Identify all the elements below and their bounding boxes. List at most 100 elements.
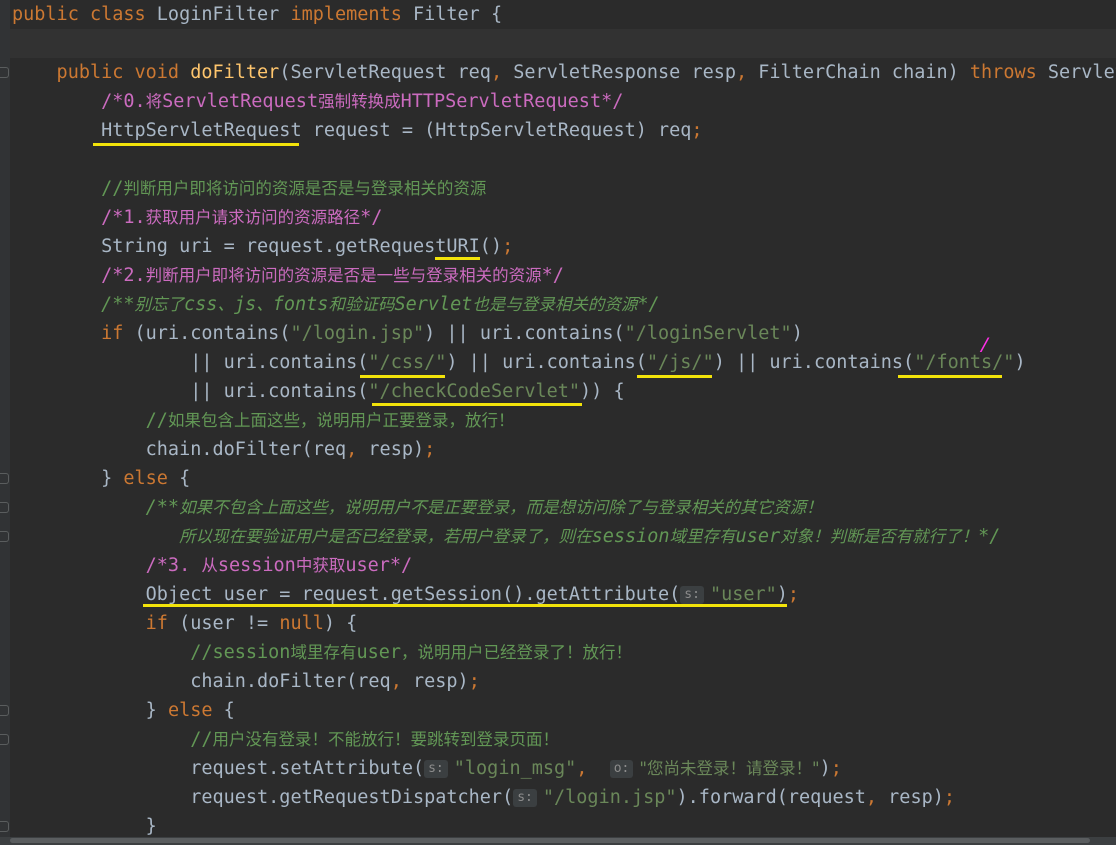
code-line[interactable]: /**如果不包含上面这些，说明用户不是正要登录，而是想访问除了与登录相关的其它资… bbox=[12, 493, 823, 522]
code-token: 、 bbox=[217, 295, 234, 314]
code-token: /** bbox=[12, 294, 135, 315]
fold-marker-icon[interactable] bbox=[0, 67, 9, 78]
code-token: 用户没有登录！不能放行！要跳转到登录页面！ bbox=[212, 730, 559, 749]
code-line[interactable]: /*2.判断用户即将访问的资源是否是一些与登录相关的资源*/ bbox=[12, 261, 564, 290]
code-line[interactable]: request.getRequestDispatcher(s: "/login.j… bbox=[12, 783, 955, 812]
code-token: throws bbox=[969, 62, 1048, 83]
parameter-hint: s: bbox=[680, 586, 704, 604]
code-token: null bbox=[279, 613, 324, 634]
code-token: ; bbox=[468, 671, 480, 692]
code-line[interactable]: public class LoginFilter implements Filt… bbox=[12, 0, 502, 29]
code-token: (ServletRequest req bbox=[279, 62, 491, 83]
code-token: ; bbox=[830, 758, 842, 779]
parameter-hint: o: bbox=[609, 760, 634, 778]
code-token: user*/ bbox=[345, 555, 413, 576]
code-token: 强制转换成 bbox=[318, 92, 401, 111]
code-token: || uri.contains( bbox=[12, 352, 369, 373]
scrollbar-thumb[interactable] bbox=[10, 838, 1090, 843]
code-token: "/login.jsp" bbox=[290, 323, 425, 344]
code-line[interactable]: } else { bbox=[12, 464, 190, 493]
code-line[interactable] bbox=[0, 29, 1116, 58]
code-token: (user != bbox=[179, 613, 280, 634]
code-line[interactable]: || uri.contains("/css/" ) || uri.contains… bbox=[12, 348, 1025, 377]
code-token: user bbox=[356, 642, 402, 663]
code-token: ; bbox=[787, 584, 800, 605]
code-token: resp) bbox=[888, 787, 944, 808]
code-line[interactable]: 所以现在要验证用户是否已经登录，若用户登录了，则在session域里存有user… bbox=[12, 522, 1000, 551]
code-token: // bbox=[12, 729, 213, 750]
fold-marker-icon[interactable] bbox=[0, 502, 9, 513]
code-token: request.getRequestDispatcher( bbox=[12, 787, 514, 808]
code-token: "login_msg" bbox=[453, 758, 577, 779]
horizontal-scrollbar[interactable] bbox=[0, 837, 1116, 845]
code-editor[interactable]: public class LoginFilter implements Filt… bbox=[0, 0, 1116, 845]
code-token: if bbox=[12, 323, 135, 344]
code-line[interactable]: /**别忘了css、js、fonts和验证码Servlet也是与登录相关的资源*… bbox=[12, 290, 660, 319]
code-token: */ bbox=[541, 265, 564, 286]
code-token: 如果包含上面这些，说明用户正要登录，放行！ bbox=[167, 411, 515, 430]
code-token: doFilter bbox=[190, 62, 280, 83]
code-line[interactable]: /*1.获取用户请求访问的资源路径*/ bbox=[12, 203, 382, 232]
code-token: 判断用户即将访问的资源是否是一些与登录相关的资源 bbox=[145, 266, 542, 285]
fold-marker-icon[interactable] bbox=[0, 473, 9, 484]
code-token: "user" bbox=[709, 584, 777, 605]
parameter-hint: s: bbox=[513, 789, 537, 807]
fold-marker-icon[interactable] bbox=[0, 821, 9, 832]
code-token: HttpServletRequest request = (HttpServle… bbox=[12, 120, 692, 141]
code-token: ServletResponse resp bbox=[513, 62, 736, 83]
code-token: 如果不包含上面这些，说明用户不是正要登录，而是想访问除了与登录相关的其它资源！ bbox=[179, 498, 823, 517]
code-token: */ bbox=[360, 207, 383, 228]
code-token: js bbox=[233, 294, 257, 315]
code-line[interactable]: //判断用户即将访问的资源是否是与登录相关的资源 bbox=[12, 174, 486, 203]
fold-marker-icon[interactable] bbox=[0, 531, 9, 542]
code-token: "/css/" bbox=[368, 352, 447, 373]
code-line[interactable]: //session域里存有user，说明用户已经登录了！放行！ bbox=[12, 638, 632, 667]
code-token: */ bbox=[978, 526, 1001, 547]
code-token: public void bbox=[12, 62, 191, 83]
code-line[interactable]: //用户没有登录！不能放行！要跳转到登录页面！ bbox=[12, 725, 559, 754]
code-token: resp) bbox=[368, 439, 425, 460]
code-token: session bbox=[217, 555, 296, 576]
fold-marker-icon[interactable] bbox=[0, 734, 9, 745]
code-token: ) bbox=[776, 584, 788, 605]
code-line[interactable]: //如果包含上面这些，说明用户正要登录，放行！ bbox=[12, 406, 515, 435]
code-token: } bbox=[12, 468, 124, 489]
code-line[interactable]: HttpServletRequest request = (HttpServle… bbox=[12, 116, 702, 145]
code-token: { bbox=[179, 468, 191, 489]
code-token: 别忘了 bbox=[134, 295, 185, 314]
code-line[interactable]: public void doFilter(ServletRequest req,… bbox=[12, 58, 1116, 87]
code-token: 也是与登录相关的资源 bbox=[472, 295, 638, 314]
code-token: (uri.contains( bbox=[134, 323, 291, 344]
code-token: , bbox=[490, 62, 514, 83]
highlight-underline bbox=[898, 375, 1002, 378]
code-line[interactable]: request.setAttribute(s: "login_msg", o: "您… bbox=[12, 754, 842, 783]
code-line[interactable]: if (user != null) { bbox=[12, 609, 358, 638]
code-line[interactable]: /*3. 从session中获取user*/ bbox=[12, 551, 413, 580]
code-token: user bbox=[735, 526, 781, 547]
code-token: chain.doFilter(req bbox=[12, 439, 347, 460]
code-token: Servlet bbox=[394, 294, 473, 315]
code-line[interactable]: chain.doFilter(req, resp); bbox=[12, 435, 436, 464]
code-token: ) bbox=[791, 323, 803, 344]
code-token: "/fonts/" bbox=[914, 352, 1015, 373]
fold-marker-icon[interactable] bbox=[0, 705, 9, 716]
code-token: "您尚未登录！请登录！" bbox=[639, 759, 820, 778]
code-line[interactable]: /*0.将ServletRequest强制转换成HTTPServletReque… bbox=[12, 87, 623, 116]
code-token: ) || uri.contains( bbox=[713, 352, 915, 373]
code-token: ServletE bbox=[1047, 62, 1116, 83]
code-token: else bbox=[167, 700, 224, 721]
code-token: if bbox=[12, 613, 180, 634]
parameter-hint: s: bbox=[424, 760, 448, 778]
code-token: 和验证码 bbox=[328, 295, 395, 314]
code-token: Object user = request.getSession().getAt… bbox=[12, 584, 681, 605]
code-line[interactable]: chain.doFilter(req, resp); bbox=[12, 667, 480, 696]
code-token: 获取用户请求访问的资源路径 bbox=[145, 208, 361, 227]
code-token: /*0. bbox=[12, 91, 146, 112]
code-line[interactable]: || uri.contains("/checkCodeServlet")) { bbox=[12, 377, 624, 406]
code-token: /** bbox=[12, 497, 180, 518]
code-token: } bbox=[12, 700, 168, 721]
code-line[interactable]: } else { bbox=[12, 696, 235, 725]
code-line[interactable]: if (uri.contains("/login.jsp") || uri.co… bbox=[12, 319, 803, 348]
code-token: /*2. bbox=[12, 265, 146, 286]
